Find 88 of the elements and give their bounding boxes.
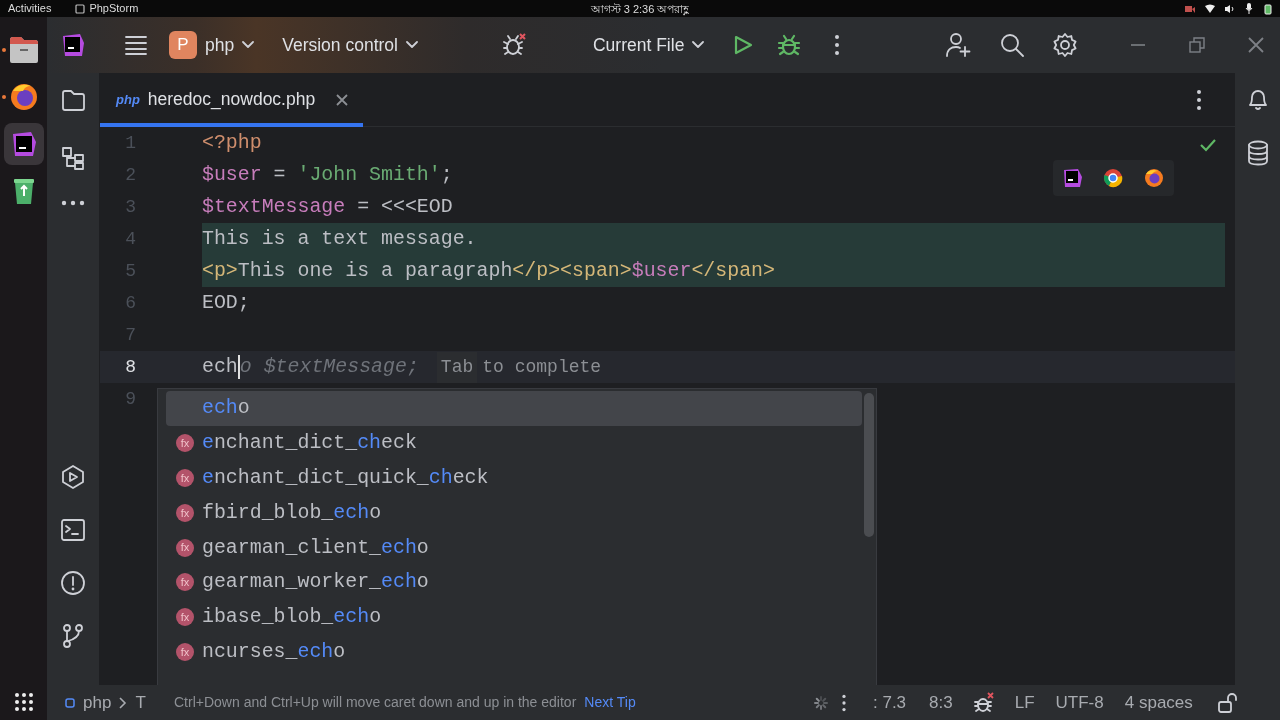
bug-icon[interactable] [500,32,527,58]
code-line: ech o $textMessage; [202,353,419,381]
breadcrumb-item[interactable]: T [135,689,146,716]
close-icon[interactable] [1247,36,1266,54]
activities-button[interactable]: Activities [8,0,52,17]
completion-item[interactable]: ncurses_echo [202,637,346,667]
scrollbar[interactable] [864,393,874,537]
wifi-icon[interactable] [1204,3,1216,14]
code-line: $textMessage = <<<EOD [202,194,453,221]
function-kind-icon: fx [176,469,194,487]
menu-icon[interactable] [124,35,148,55]
function-kind-icon: fx [176,538,194,557]
trash-icon[interactable] [11,177,36,205]
file-tab[interactable]: php heredoc_nowdoc.php [100,72,364,127]
restore-icon[interactable] [1189,37,1206,53]
ide-logo-icon[interactable] [61,33,85,57]
project-selector[interactable]: P php [169,31,255,59]
lock-icon[interactable] [1216,692,1237,713]
key-hint: Tab [436,351,478,383]
line-ending-selector[interactable]: LF [1014,689,1035,716]
project-initial-icon: P [169,31,197,59]
chevron-down-icon[interactable] [692,41,705,49]
run-configuration-selector[interactable]: Current File [592,31,705,59]
php-level-text[interactable]: : 7.3 [873,689,907,716]
folder-icon[interactable] [8,36,39,64]
app-menu-label[interactable]: PhpStorm [89,0,139,17]
caret-position[interactable]: 8:3 [929,689,953,716]
code-line: EOD; [202,290,250,317]
database-icon[interactable] [1246,140,1269,166]
tip-options-icon[interactable] [841,693,847,712]
dock-item[interactable] [3,123,44,165]
chevron-down-icon[interactable] [405,41,418,49]
more-icon[interactable] [834,34,841,56]
next-tip-link[interactable]: Next Tip [584,692,636,713]
close-tab-icon[interactable] [335,92,350,107]
terminal-icon[interactable] [61,519,85,541]
settings-icon[interactable] [1052,32,1079,58]
search-icon[interactable] [999,32,1026,58]
code-line: This is a text message. [202,226,477,253]
code-line: $user = 'John Smith'; [202,162,453,189]
tip-text: Ctrl+Down and Ctrl+Up will move caret down and up in the editor [174,693,577,712]
app-window-icon [75,3,86,14]
chevron-down-icon[interactable] [242,41,255,49]
hint-text: to complete [482,355,602,379]
function-kind-icon: fx [176,642,194,661]
code-line: <?php [202,130,262,157]
add-user-icon[interactable] [945,32,972,58]
completion-item[interactable]: gearman_client_echo [202,532,429,563]
app-grid-icon[interactable] [13,692,34,712]
loading-spinner-icon [813,694,829,711]
function-kind-icon: fx [176,573,194,592]
folder-icon[interactable] [61,89,85,111]
completion-item[interactable]: gearman_worker_echo [202,567,429,598]
function-kind-icon: fx [176,434,194,453]
encoding-selector[interactable]: UTF-8 [1055,689,1104,716]
structure-icon[interactable] [61,146,85,170]
completion-item[interactable]: ibase_blob_echo [202,602,382,633]
code-line: <p>This one is a paragraph</p><span>$user</span> [202,258,775,285]
run-icon[interactable] [732,34,755,56]
completion-item[interactable]: enchant_dict_quick_check [202,463,489,493]
line-number: 8 [124,355,136,379]
volume-icon[interactable] [1224,3,1236,14]
git-branch-icon[interactable] [61,623,85,649]
php-file-icon [65,697,75,708]
indent-selector[interactable]: 4 spaces [1124,689,1193,716]
minimize-icon[interactable] [1130,43,1147,47]
clock-text[interactable]: আগস্ট 3 2:36 অপরাহ্ণ [590,1,690,18]
battery-icon[interactable] [1264,2,1272,15]
check-icon[interactable] [1199,138,1217,152]
completion-item[interactable]: enchant_dict_check [202,428,417,459]
inspection-bug-icon[interactable] [972,691,995,714]
function-kind-icon: fx [176,503,194,522]
browser-icon[interactable] [1143,168,1164,188]
completion-item[interactable]: fbird_blob_echo [202,497,382,528]
chevron-right-icon [119,696,128,709]
debug-icon[interactable] [777,33,802,57]
ide-logo-icon[interactable] [1063,168,1084,188]
tab-options-icon[interactable] [1196,88,1202,111]
more-icon[interactable] [61,200,85,206]
completion-item[interactable]: echo [202,393,250,424]
function-kind-icon: fx [176,608,194,627]
services-icon[interactable] [60,464,86,490]
version-control-menu[interactable]: Version control [282,31,418,59]
browser-icon[interactable] [9,83,38,111]
camera-icon[interactable] [1184,3,1196,14]
problems-icon[interactable] [60,570,86,596]
browser-icon[interactable] [1103,168,1124,188]
breadcrumb-item[interactable]: php [83,689,112,716]
